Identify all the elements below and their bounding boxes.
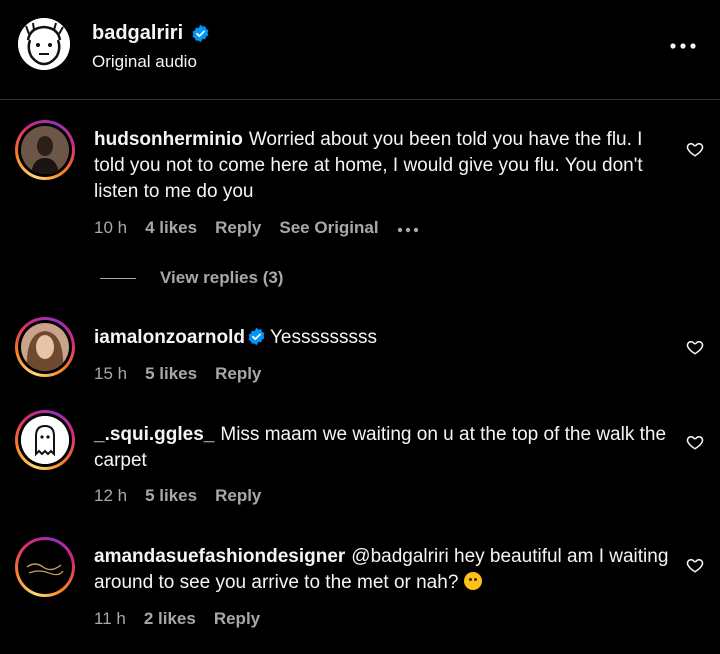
more-options-button[interactable] — [668, 36, 698, 56]
comment-body: Yesssssssss — [269, 327, 377, 348]
like-heart-icon[interactable] — [686, 433, 704, 451]
comment-text: amandasuefashiondesigner @badgalriri hey … — [94, 544, 674, 596]
person-photo-icon — [21, 126, 69, 174]
view-replies-label: View replies (3) — [160, 268, 284, 287]
verified-badge-icon — [248, 327, 265, 346]
comment-likes[interactable]: 4 likes — [145, 218, 197, 238]
comment-meta: 10 h 4 likes Reply See Original — [94, 218, 419, 238]
reply-button[interactable]: Reply — [215, 486, 261, 506]
commenter-username[interactable]: iamalonzoarnold — [94, 327, 245, 348]
comment-likes[interactable]: 5 likes — [145, 486, 197, 506]
like-heart-icon[interactable] — [686, 140, 704, 158]
comment-likes[interactable]: 2 likes — [144, 609, 196, 629]
post-author-username[interactable]: badgalriri — [92, 22, 183, 45]
comment-likes[interactable]: 5 likes — [145, 364, 197, 384]
comment-meta: 12 h 5 likes Reply — [94, 486, 261, 506]
person-photo-icon — [21, 323, 69, 371]
commenter-avatar[interactable] — [15, 317, 75, 377]
profile-avatar[interactable] — [18, 18, 70, 70]
commenter-username[interactable]: amandasuefashiondesigner — [94, 546, 345, 567]
comment-meta: 15 h 5 likes Reply — [94, 364, 261, 384]
commenter-avatar[interactable] — [15, 410, 75, 470]
reply-button[interactable]: Reply — [215, 364, 261, 384]
comment-time: 10 h — [94, 218, 128, 237]
see-original-button[interactable]: See Original — [279, 218, 378, 238]
more-dots-icon — [670, 43, 696, 49]
comment-time: 15 h — [94, 364, 128, 383]
post-header: badgalriri Original audio — [0, 0, 720, 100]
comment-text: hudsonherminio Worried about you been tol… — [94, 127, 674, 205]
commenter-username[interactable]: _.squi.ggles_ — [94, 424, 214, 445]
verified-badge-icon — [192, 24, 209, 43]
upside-down-face-emoji-icon — [463, 572, 482, 590]
commenter-username[interactable]: hudsonherminio — [94, 129, 243, 150]
reply-button[interactable]: Reply — [214, 609, 260, 629]
view-replies-button[interactable]: View replies (3) — [100, 268, 283, 288]
comment-meta: 11 h 2 likes Reply — [94, 609, 260, 629]
comment-text: _.squi.ggles_ Miss maam we waiting on u a… — [94, 422, 674, 474]
audio-label[interactable]: Original audio — [92, 52, 197, 72]
like-heart-icon[interactable] — [686, 556, 704, 574]
like-heart-icon[interactable] — [686, 338, 704, 356]
comment-text: iamalonzoarnold Yesssssssss — [94, 325, 674, 351]
more-dots-icon — [397, 227, 418, 233]
divider-line — [100, 277, 136, 279]
commenter-avatar[interactable] — [15, 537, 75, 597]
comment-more-button[interactable] — [397, 218, 419, 238]
comment-time: 11 h — [94, 609, 126, 628]
reply-button[interactable]: Reply — [215, 218, 261, 238]
commenter-avatar[interactable] — [15, 120, 75, 180]
comment-time: 12 h — [94, 486, 128, 505]
brand-logo-icon — [21, 543, 69, 591]
ghost-icon — [21, 416, 69, 464]
cartoon-face-icon — [18, 18, 70, 70]
